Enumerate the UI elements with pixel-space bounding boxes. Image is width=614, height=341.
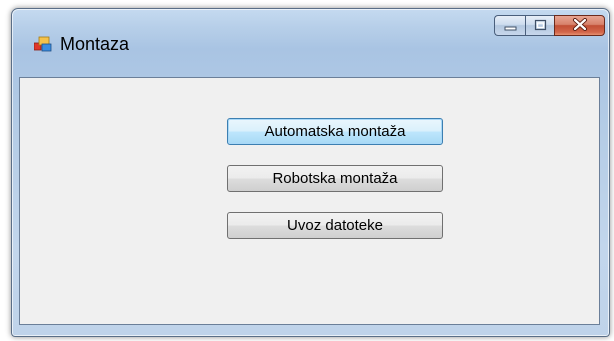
maximize-button[interactable] (525, 15, 554, 36)
close-icon (572, 16, 588, 35)
robotska-montaza-button[interactable]: Robotska montaža (227, 165, 443, 192)
form-client-area: Automatska montaža Robotska montaža Uvoz… (19, 77, 600, 325)
app-window: Montaza Automatska montaža Robotska mont… (11, 8, 610, 337)
window-title: Montaza (60, 34, 130, 54)
maximize-icon (534, 16, 547, 35)
automatska-montaza-button[interactable]: Automatska montaža (227, 118, 443, 145)
windows-form-icon (33, 36, 52, 52)
uvoz-datoteke-button[interactable]: Uvoz datoteke (227, 212, 443, 239)
title-bar[interactable]: Montaza (12, 9, 609, 71)
caption-buttons (494, 15, 605, 36)
minimize-button[interactable] (494, 15, 525, 36)
close-button[interactable] (554, 15, 605, 36)
minimize-icon (504, 16, 517, 35)
